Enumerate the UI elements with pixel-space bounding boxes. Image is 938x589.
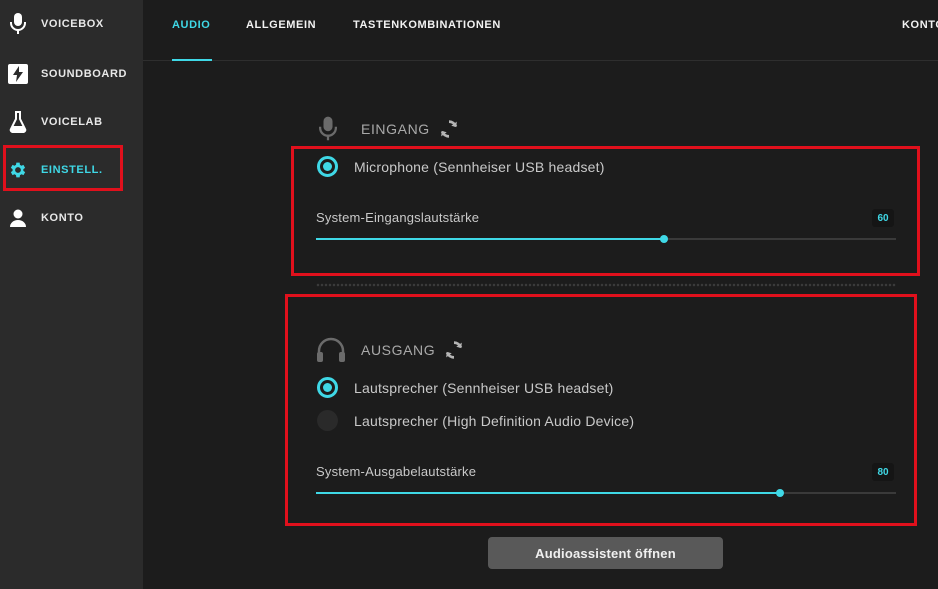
sidebar-item-voicebox[interactable]: VOICEBOX	[0, 4, 143, 44]
microphone-icon	[8, 13, 28, 35]
lightning-icon	[8, 63, 28, 85]
tab-audio[interactable]: AUDIO	[172, 19, 210, 31]
sidebar-item-soundboard[interactable]: SOUNDBOARD	[0, 54, 143, 94]
sidebar-item-label: KONTO	[41, 212, 84, 224]
sidebar-item-label: SOUNDBOARD	[41, 68, 128, 80]
user-icon	[8, 207, 28, 229]
highlight-box-input	[291, 146, 920, 276]
microphone-icon	[316, 116, 340, 142]
input-section-title: EINGANG	[361, 121, 430, 137]
sidebar-item-account[interactable]: KONTO	[0, 198, 143, 238]
sidebar-item-label: VOICELAB	[41, 116, 103, 128]
tab-shortcuts[interactable]: TASTENKOMBINATIONEN	[353, 19, 501, 31]
tab-account[interactable]: KONTO	[902, 19, 938, 31]
highlight-box-settings	[3, 145, 123, 191]
flask-icon	[8, 111, 28, 133]
sidebar: VOICEBOX SOUNDBOARD VOICELAB EINSTELL. K…	[0, 0, 143, 589]
section-divider	[316, 283, 896, 287]
tab-general[interactable]: ALLGEMEIN	[246, 19, 316, 31]
sidebar-item-label: VOICEBOX	[41, 18, 104, 30]
refresh-icon[interactable]	[438, 118, 460, 140]
tab-bar: AUDIO ALLGEMEIN TASTENKOMBINATIONEN KONT…	[143, 0, 938, 61]
active-tab-indicator	[172, 59, 212, 61]
highlight-box-output	[285, 294, 917, 526]
input-section-header: EINGANG	[316, 116, 460, 142]
open-audio-assistant-button[interactable]: Audioassistent öffnen	[488, 537, 723, 569]
sidebar-item-voicelab[interactable]: VOICELAB	[0, 102, 143, 142]
